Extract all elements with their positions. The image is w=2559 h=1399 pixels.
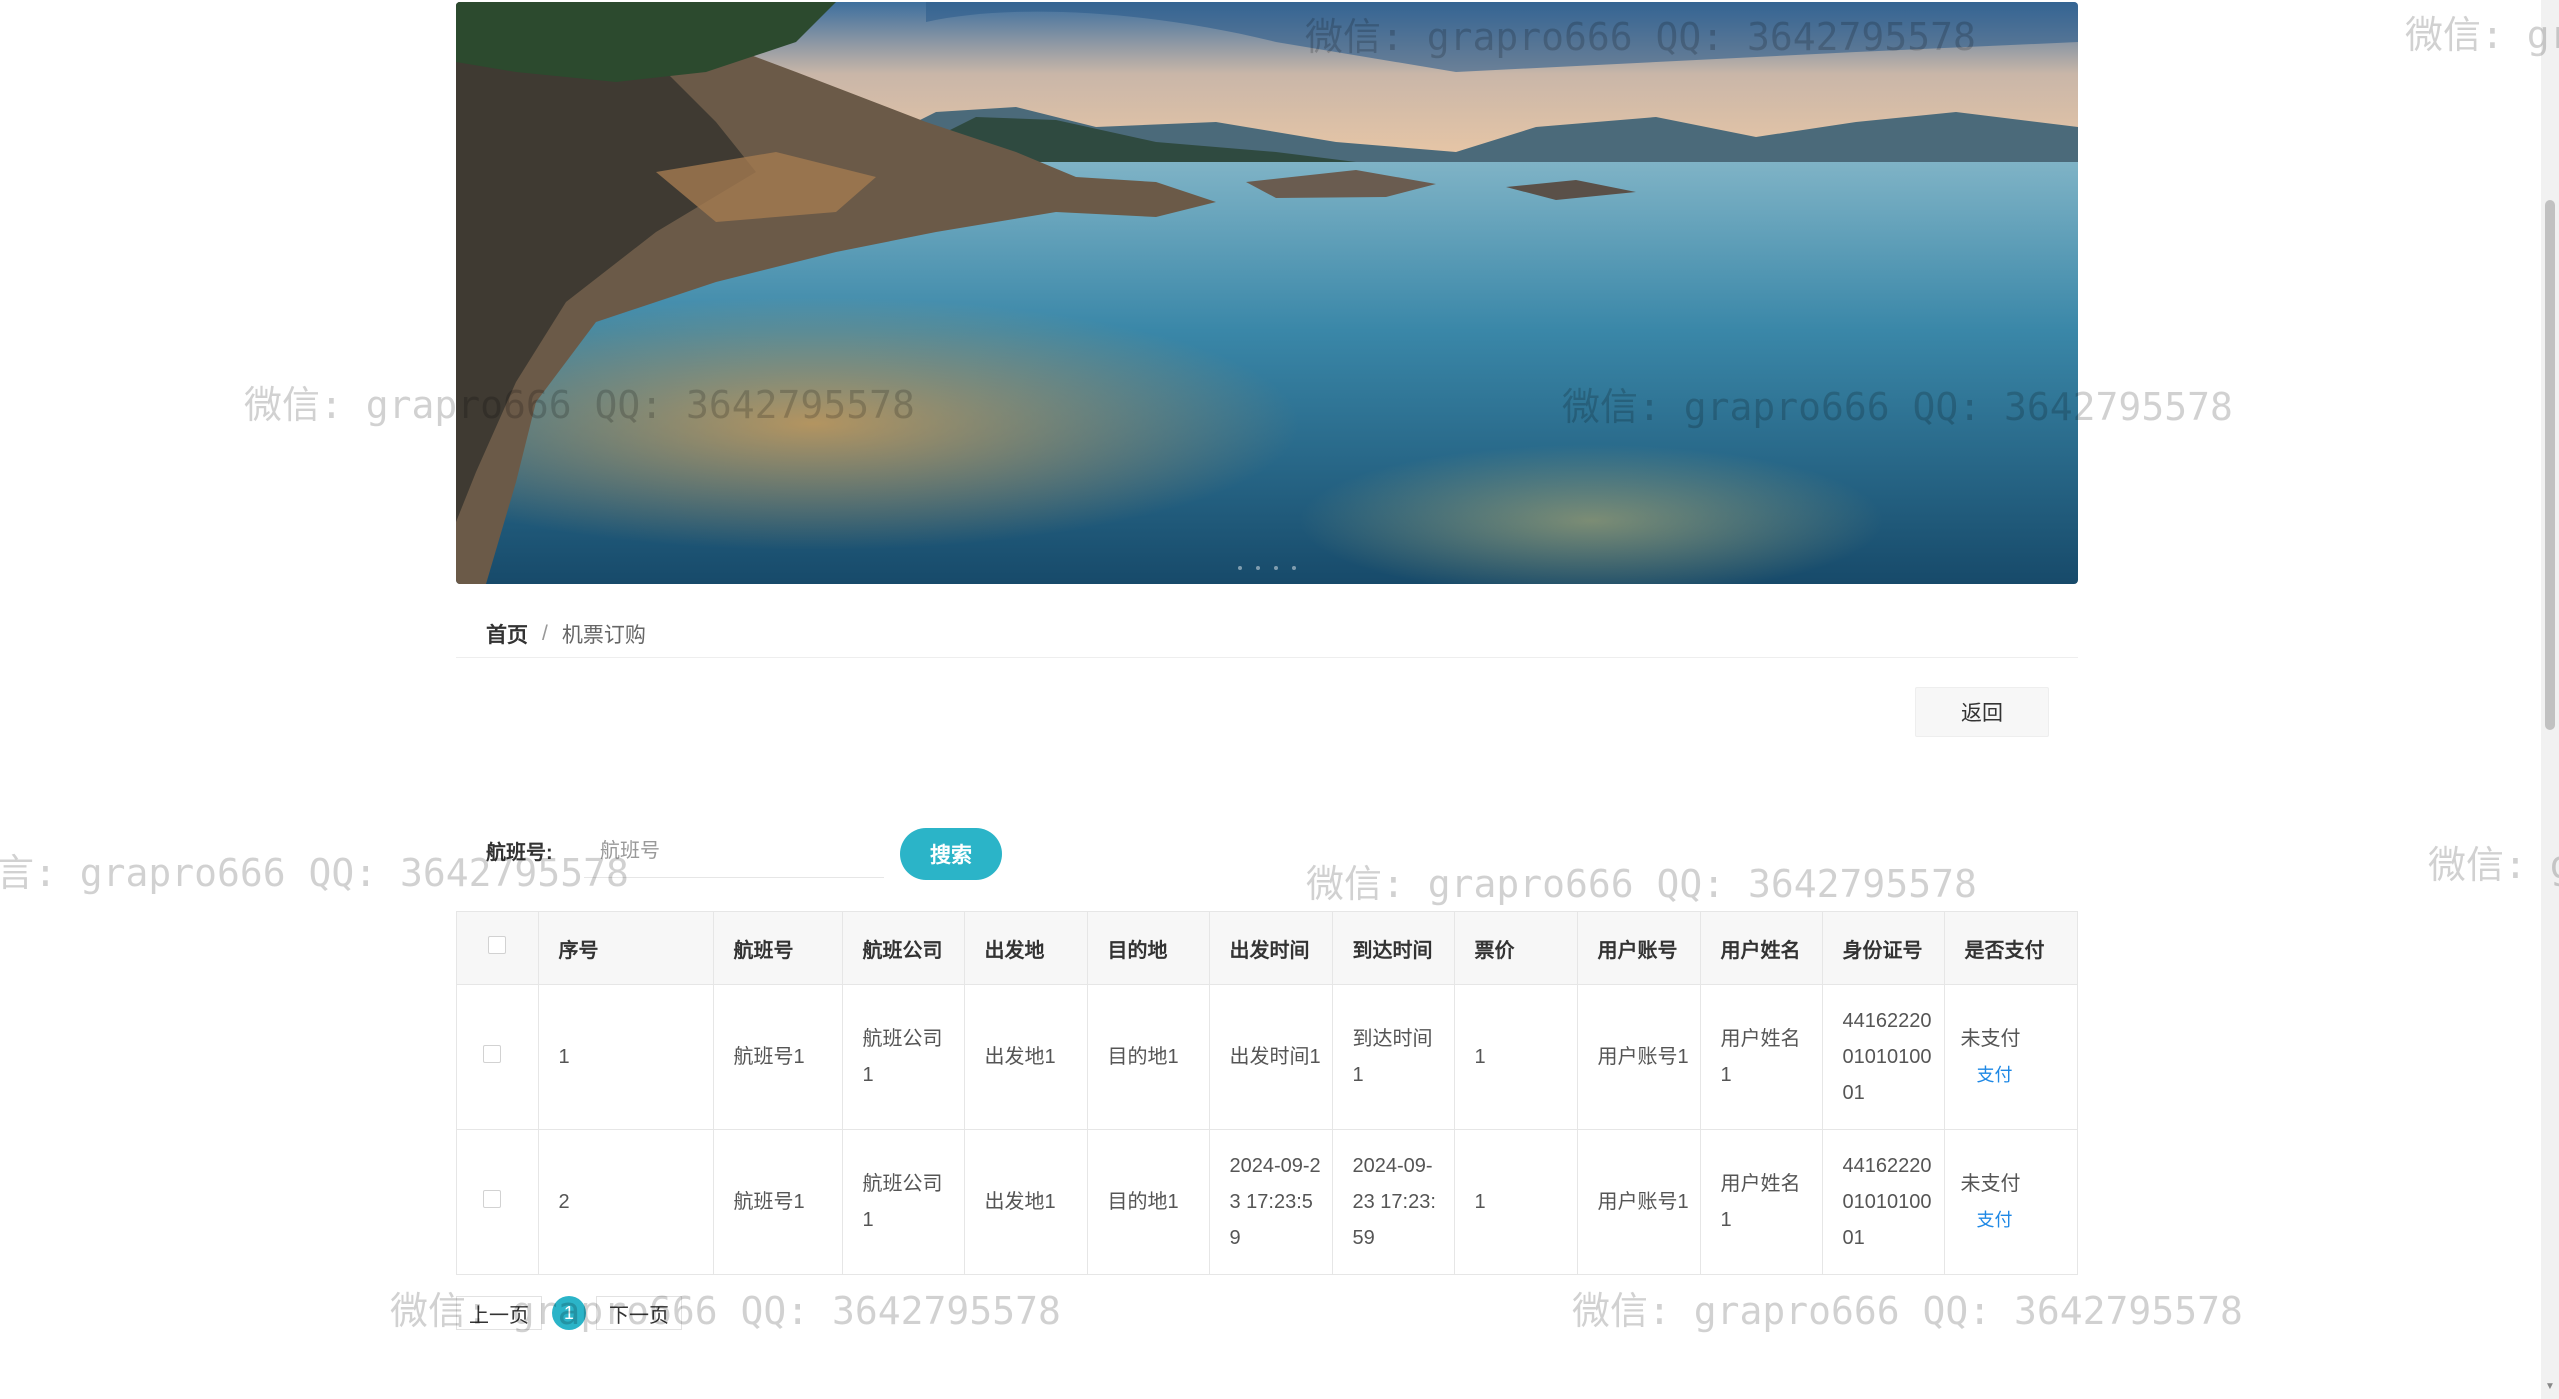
header-price: 票价 (1454, 912, 1578, 985)
back-button[interactable]: 返回 (1915, 687, 2049, 737)
page: 首页 / 机票订购 返回 航班号: 搜索 (0, 0, 2559, 1399)
cell-index: 1 (538, 984, 714, 1130)
cell-depart-time: 出发时间1 (1209, 984, 1333, 1130)
watermark: 微信: g (2428, 843, 2559, 887)
cell-user-account: 用户账号1 (1577, 984, 1701, 1130)
cell-departure: 出发地1 (964, 1129, 1088, 1274)
cell-company: 航班公司1 (842, 1129, 965, 1274)
header-user-name: 用户姓名 (1700, 912, 1823, 985)
prev-page-button[interactable]: 上一页 (456, 1296, 542, 1330)
row-checkbox[interactable] (483, 1045, 502, 1063)
carousel-dot[interactable] (1256, 566, 1260, 570)
cell-flight-no: 航班号1 (713, 984, 843, 1130)
header-index: 序号 (538, 912, 714, 985)
banner-carousel[interactable] (456, 2, 2078, 584)
cell-arrive-time: 到达时间1 (1332, 984, 1455, 1130)
row-checkbox[interactable] (483, 1190, 502, 1208)
cell-id-number: 441622200101010001 (1822, 984, 1945, 1130)
watermark: 微信: gr (2405, 13, 2559, 57)
carousel-indicator[interactable] (1238, 566, 1296, 570)
banner-landscape-image (456, 2, 2078, 584)
cell-user-name: 用户姓名1 (1700, 984, 1823, 1130)
cell-paid-status: 未支付 支付 (1944, 1130, 2077, 1275)
orders-table: 序号 航班号 航班公司 出发地 目的地 出发时间 到达时间 票价 用户账号 用户… (456, 911, 2078, 1275)
next-page-button[interactable]: 下一页 (596, 1296, 682, 1330)
cell-destination: 目的地1 (1087, 984, 1210, 1130)
pagination: 上一页 1 下一页 (456, 1296, 682, 1330)
cell-price: 1 (1454, 1129, 1578, 1274)
cell-index: 2 (538, 1129, 714, 1274)
search-label: 航班号: (486, 842, 553, 864)
breadcrumb-current: 机票订购 (561, 623, 646, 647)
header-arrive-time: 到达时间 (1332, 912, 1455, 985)
table-header-row: 序号 航班号 航班公司 出发地 目的地 出发时间 到达时间 票价 用户账号 用户… (457, 912, 2077, 985)
watermark: 微信: grapro666 QQ: 3642795578 (1306, 862, 1977, 906)
cell-user-name: 用户姓名1 (1700, 1129, 1823, 1274)
table-row: 1 航班号1 航班公司1 出发地1 目的地1 出发时间1 到达时间1 1 用户账… (457, 984, 2077, 1130)
header-departure: 出发地 (964, 912, 1088, 985)
row-select-cell (457, 1129, 539, 1274)
pay-link[interactable]: 支付 (1961, 1202, 2068, 1238)
header-depart-time: 出发时间 (1209, 912, 1333, 985)
breadcrumb: 首页 / 机票订购 (456, 610, 2078, 658)
cell-arrive-time: 2024-09-23 17:23:59 (1332, 1129, 1455, 1274)
scroll-down-arrow-icon[interactable]: ▼ (2543, 1381, 2557, 1395)
header-user-account: 用户账号 (1577, 912, 1701, 985)
vertical-scrollbar[interactable]: ▼ (2541, 0, 2559, 1399)
cell-id-number: 441622200101010001 (1822, 1129, 1945, 1274)
cell-depart-time: 2024-09-23 17:23:59 (1209, 1129, 1333, 1274)
select-all-cell (457, 912, 539, 985)
cell-flight-no: 航班号1 (713, 1129, 843, 1274)
search-button[interactable]: 搜索 (900, 828, 1002, 880)
cell-paid-status: 未支付 支付 (1944, 984, 2077, 1130)
select-all-checkbox[interactable] (488, 936, 507, 954)
scrollbar-thumb[interactable] (2545, 200, 2555, 730)
cell-departure: 出发地1 (964, 984, 1088, 1130)
cell-price: 1 (1454, 984, 1578, 1130)
cell-user-account: 用户账号1 (1577, 1129, 1701, 1274)
header-id-number: 身份证号 (1822, 912, 1945, 985)
carousel-dot[interactable] (1238, 566, 1242, 570)
header-company: 航班公司 (842, 912, 965, 985)
carousel-dot[interactable] (1274, 566, 1278, 570)
pay-link[interactable]: 支付 (1961, 1057, 2068, 1093)
header-paid-status: 是否支付 (1944, 912, 2077, 985)
row-select-cell (457, 984, 539, 1130)
header-flight-no: 航班号 (713, 912, 843, 985)
breadcrumb-separator: / (542, 621, 548, 645)
cell-company: 航班公司1 (842, 984, 965, 1130)
watermark: 微信: grapro666 QQ: 3642795578 (1572, 1289, 2243, 1333)
paid-status-text: 未支付 (1960, 1028, 2021, 1050)
flight-number-search-input[interactable] (584, 826, 884, 878)
carousel-dot[interactable] (1292, 566, 1296, 570)
table-row: 2 航班号1 航班公司1 出发地1 目的地1 2024-09-23 17:23:… (457, 1129, 2077, 1275)
cell-destination: 目的地1 (1087, 1129, 1210, 1274)
current-page-number[interactable]: 1 (552, 1296, 586, 1330)
header-destination: 目的地 (1087, 912, 1210, 985)
paid-status-text: 未支付 (1960, 1173, 2021, 1195)
breadcrumb-home[interactable]: 首页 (486, 619, 528, 649)
